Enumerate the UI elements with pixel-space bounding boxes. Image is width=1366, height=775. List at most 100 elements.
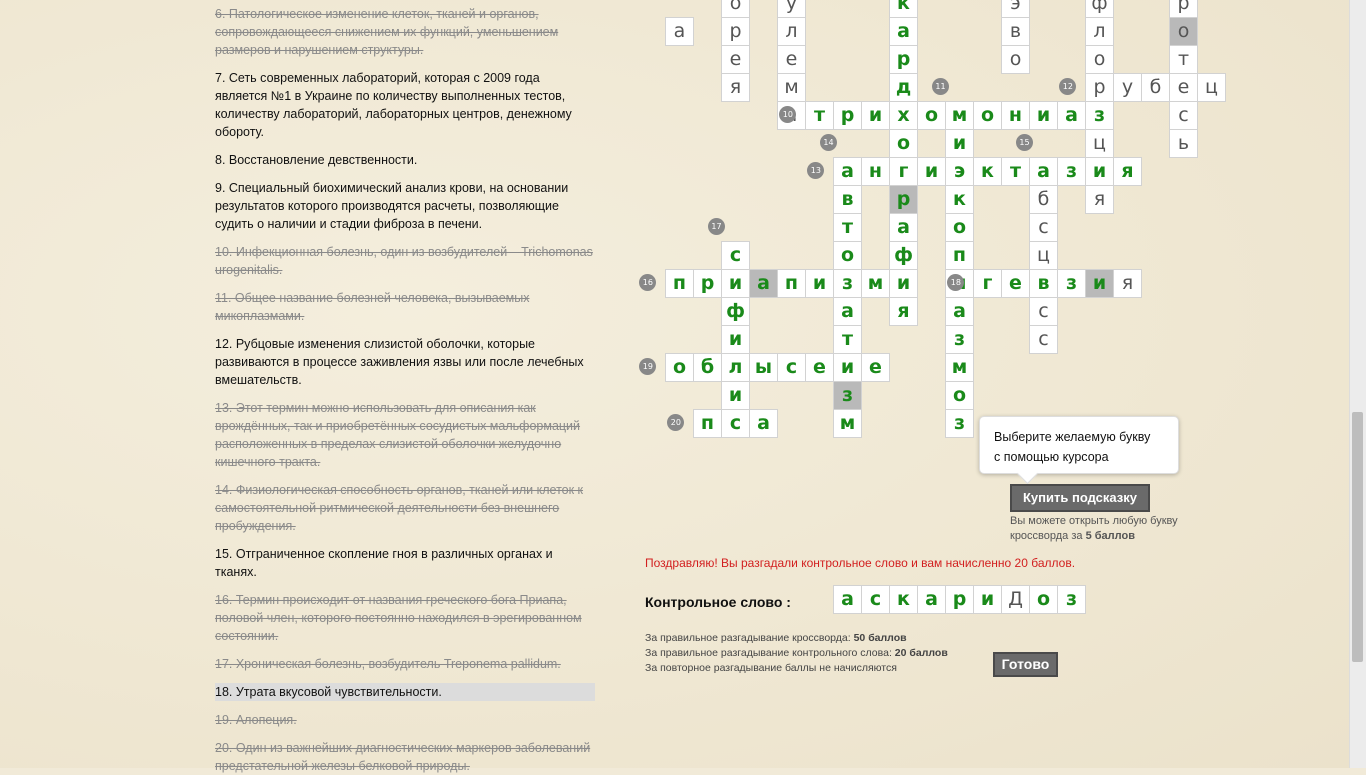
crossword-cell[interactable]: к [973, 157, 1002, 186]
done-button[interactable]: Готово [993, 652, 1058, 677]
crossword-cell[interactable]: п [945, 241, 974, 270]
crossword-cell[interactable]: а [1029, 157, 1058, 186]
crossword-cell[interactable]: б [1029, 185, 1058, 214]
crossword-cell[interactable]: о [1001, 45, 1030, 74]
crossword-cell[interactable]: о [721, 0, 750, 18]
scrollbar[interactable] [1349, 0, 1366, 768]
crossword-cell[interactable]: т [833, 325, 862, 354]
crossword-cell[interactable]: к [889, 0, 918, 18]
crossword-cell[interactable]: р [1085, 73, 1114, 102]
crossword-cell[interactable]: м [861, 269, 890, 298]
crossword-cell[interactable]: з [945, 325, 974, 354]
clue-item[interactable]: 16. Термин происходит от названия гречес… [215, 591, 595, 645]
crossword-cell[interactable]: и [721, 381, 750, 410]
crossword-cell[interactable]: е [721, 45, 750, 74]
crossword-cell[interactable]: в [833, 185, 862, 214]
crossword-cell[interactable]: и [805, 269, 834, 298]
crossword-cell[interactable]: к [945, 185, 974, 214]
crossword-cell[interactable]: н [861, 157, 890, 186]
crossword-cell[interactable]: а [833, 297, 862, 326]
crossword-cell[interactable]: я [721, 73, 750, 102]
crossword-cell[interactable]: г [973, 269, 1002, 298]
crossword-cell[interactable]: в [1001, 17, 1030, 46]
crossword-cell[interactable]: т [1169, 45, 1198, 74]
crossword-cell[interactable]: ц [1085, 129, 1114, 158]
crossword-cell[interactable]: т [1001, 157, 1030, 186]
crossword-cell[interactable]: ф [889, 241, 918, 270]
crossword-cell[interactable]: у [1113, 73, 1142, 102]
crossword-cell[interactable]: в [1029, 269, 1058, 298]
crossword-cell[interactable]: а [889, 213, 918, 242]
crossword-cell[interactable]: з [833, 381, 862, 410]
crossword-cell[interactable]: п [777, 269, 806, 298]
crossword-cell[interactable]: е [1169, 73, 1198, 102]
crossword-cell[interactable]: б [693, 353, 722, 382]
crossword-cell[interactable]: о [665, 353, 694, 382]
crossword-cell[interactable]: я [1113, 157, 1142, 186]
clue-item[interactable]: 17. Хроническая болезнь, возбудитель Tre… [215, 655, 595, 673]
clue-item[interactable]: 18. Утрата вкусовой чувствительности. [215, 683, 595, 701]
crossword-cell[interactable]: у [777, 0, 806, 18]
crossword-cell[interactable]: и [889, 269, 918, 298]
crossword-cell[interactable]: г [889, 157, 918, 186]
crossword-cell[interactable]: о [945, 381, 974, 410]
crossword-cell[interactable]: з [1057, 269, 1086, 298]
crossword-cell[interactable]: б [1141, 73, 1170, 102]
crossword-cell[interactable]: о [833, 241, 862, 270]
crossword-cell[interactable]: р [889, 185, 918, 214]
crossword-cell[interactable]: о [889, 129, 918, 158]
crossword-cell[interactable]: а [833, 157, 862, 186]
crossword-cell[interactable]: п [665, 269, 694, 298]
keyword-cell[interactable]: а [917, 585, 946, 614]
crossword-cell[interactable]: с [777, 353, 806, 382]
keyword-cell[interactable]: о [1029, 585, 1058, 614]
clue-item[interactable]: 11. Общее название болезней человека, вы… [215, 289, 595, 325]
buy-hint-button[interactable]: Купить подсказку [1010, 484, 1150, 512]
clue-item[interactable]: 19. Алопеция. [215, 711, 595, 729]
scrollbar-thumb[interactable] [1352, 412, 1363, 662]
crossword-cell[interactable]: а [665, 17, 694, 46]
crossword-cell[interactable]: р [889, 45, 918, 74]
crossword-cell[interactable]: з [1085, 101, 1114, 130]
crossword-cell[interactable]: ф [721, 297, 750, 326]
crossword-cell[interactable]: ц [1029, 241, 1058, 270]
clue-item[interactable]: 10. Инфекционная болезнь, один из возбуд… [215, 243, 595, 279]
keyword-cell[interactable]: и [973, 585, 1002, 614]
crossword-cell[interactable]: я [1085, 185, 1114, 214]
crossword-cell[interactable]: о [1169, 17, 1198, 46]
crossword-cell[interactable]: с [721, 241, 750, 270]
crossword-cell[interactable]: а [945, 297, 974, 326]
clue-item[interactable]: 8. Восстановление девственности. [215, 151, 595, 169]
crossword-cell[interactable]: е [777, 45, 806, 74]
crossword-cell[interactable]: ц [1197, 73, 1226, 102]
crossword-cell[interactable]: и [1085, 157, 1114, 186]
crossword-cell[interactable]: р [721, 17, 750, 46]
crossword-cell[interactable]: и [861, 101, 890, 130]
crossword-cell[interactable]: с [721, 409, 750, 438]
crossword-cell[interactable]: э [1001, 0, 1030, 18]
crossword-cell[interactable]: е [1001, 269, 1030, 298]
crossword-cell[interactable]: о [973, 101, 1002, 130]
crossword-cell[interactable]: я [889, 297, 918, 326]
keyword-cell[interactable]: к [889, 585, 918, 614]
crossword-cell[interactable]: р [693, 269, 722, 298]
crossword-cell[interactable]: м [945, 353, 974, 382]
crossword-cell[interactable]: ь [1169, 129, 1198, 158]
crossword-cell[interactable]: х [889, 101, 918, 130]
crossword-cell[interactable]: м [777, 73, 806, 102]
crossword-cell[interactable]: м [833, 409, 862, 438]
clue-item[interactable]: 9. Специальный биохимический анализ кров… [215, 179, 595, 233]
crossword-cell[interactable]: а [749, 269, 778, 298]
crossword-cell[interactable]: с [1029, 325, 1058, 354]
clue-item[interactable]: 7. Сеть современных лабораторий, которая… [215, 69, 595, 141]
clue-item[interactable]: 15. Отграниченное скопление гноя в разли… [215, 545, 595, 581]
crossword-cell[interactable]: и [945, 129, 974, 158]
clue-item[interactable]: 6. Патологическое изменение клеток, ткан… [215, 5, 595, 59]
clue-item[interactable]: 20. Один из важнейших диагностических ма… [215, 739, 595, 775]
crossword-cell[interactable]: с [1029, 213, 1058, 242]
crossword-cell[interactable]: и [721, 325, 750, 354]
crossword-cell[interactable]: и [833, 353, 862, 382]
crossword-cell[interactable]: м [945, 101, 974, 130]
crossword-cell[interactable]: и [917, 157, 946, 186]
crossword-cell[interactable]: э [945, 157, 974, 186]
